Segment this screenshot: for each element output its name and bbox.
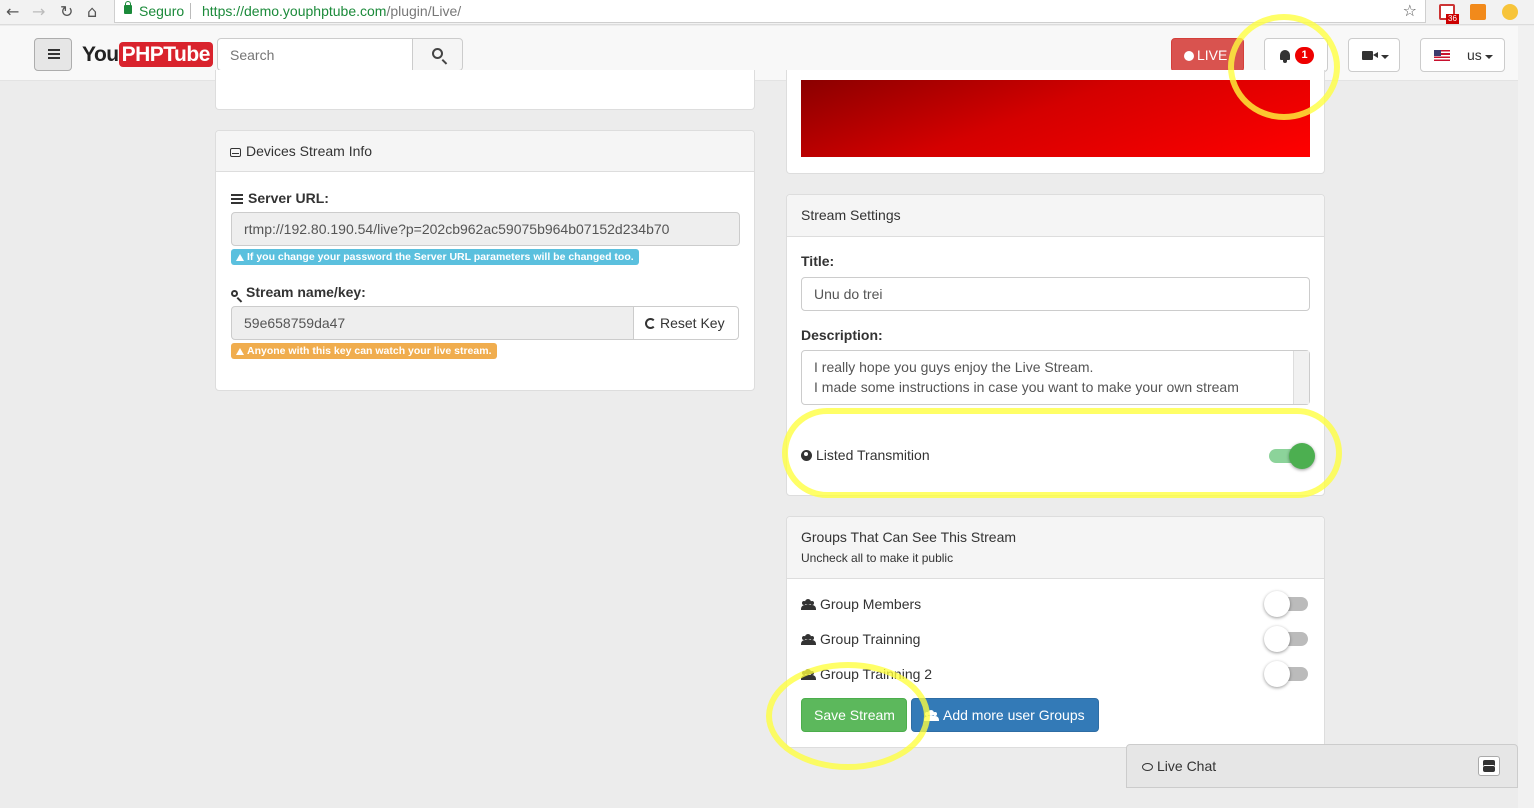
stream-key-field[interactable]: 59e658759da47 (231, 306, 634, 340)
site-logo[interactable]: You PHPTube (82, 42, 213, 67)
refresh-icon (645, 318, 656, 329)
caret-down-icon (1485, 55, 1493, 59)
group-item-label: Group Members (801, 596, 921, 612)
live-dot-icon (1184, 51, 1194, 61)
listed-transmition-label: Listed Transmition (801, 447, 930, 463)
server-url-field[interactable]: rtmp://192.80.190.54/live?p=202cb962ac59… (231, 212, 740, 246)
description-textarea[interactable]: I really hope you guys enjoy the Live St… (801, 350, 1310, 405)
description-label: Description: (801, 327, 883, 343)
live-chat-title: Live Chat (1142, 758, 1216, 774)
panel-header: Stream Settings (787, 195, 1324, 237)
warning-icon (236, 348, 244, 355)
lock-icon (124, 1, 132, 14)
notifications-button[interactable]: 1 (1264, 38, 1328, 72)
groups-title: Groups That Can See This Stream (801, 529, 1017, 545)
weather-extension-icon[interactable] (1502, 4, 1518, 20)
address-bar[interactable]: Seguro https://demo.youphptube.com/plugi… (114, 0, 1426, 23)
server-url-note: If you change your password the Server U… (231, 249, 639, 265)
stream-key-label: Stream name/key: (231, 284, 366, 300)
description-scrollbar[interactable] (1293, 351, 1309, 404)
back-arrow-icon[interactable]: ← (6, 2, 19, 21)
users-icon (801, 669, 816, 680)
url-text: https://demo.youphptube.com/plugin/Live/ (202, 3, 462, 19)
groups-panel: Groups That Can See This Stream Uncheck … (786, 516, 1325, 748)
video-camera-icon (1362, 51, 1378, 60)
forward-arrow-icon[interactable]: → (32, 2, 45, 21)
group-members-toggle[interactable] (1264, 591, 1308, 617)
search-input[interactable] (217, 38, 413, 71)
menu-toggle-button[interactable] (34, 38, 72, 71)
search-button[interactable] (412, 38, 463, 71)
globe-icon (801, 450, 812, 461)
search-icon (432, 48, 443, 59)
stream-key-note: Anyone with this key can watch your live… (231, 343, 497, 359)
users-icon (801, 634, 816, 645)
groups-subtitle: Uncheck all to make it public (801, 551, 954, 565)
listed-transmition-toggle[interactable] (1269, 443, 1315, 469)
hamburger-icon (48, 49, 60, 51)
reset-key-button[interactable]: Reset Key (633, 306, 739, 340)
caret-down-icon (1381, 55, 1389, 59)
stream-settings-panel: Stream Settings Title: Unu do trei Descr… (786, 194, 1325, 496)
live-preview-panel (786, 70, 1325, 174)
secure-label: Seguro (139, 3, 185, 19)
panel-header: Groups That Can See This Stream Uncheck … (787, 517, 1324, 579)
group-item-label: Group Trainning (801, 631, 920, 647)
devices-stream-info-panel: Devices Stream Info Server URL: rtmp://1… (215, 130, 755, 391)
go-live-button[interactable]: LIVE (1171, 38, 1244, 72)
add-user-groups-button[interactable]: Add more user Groups (911, 698, 1099, 732)
home-icon[interactable]: ⌂ (87, 2, 97, 21)
title-label: Title: (801, 253, 835, 269)
save-stream-button[interactable]: Save Stream (801, 698, 907, 732)
live-chat-widget[interactable]: Live Chat (1126, 744, 1518, 788)
group-trainning-toggle[interactable] (1264, 626, 1308, 652)
title-input[interactable]: Unu do trei (801, 277, 1310, 311)
notification-count-badge: 1 (1295, 47, 1314, 64)
bell-icon (1280, 50, 1290, 63)
live-preview-video[interactable] (801, 80, 1310, 157)
minimize-chat-button[interactable] (1478, 756, 1500, 776)
previous-panel-bottom (215, 70, 755, 110)
page-scrollbar[interactable] (1518, 26, 1534, 808)
bookmark-star-icon[interactable]: ☆ (1403, 1, 1417, 21)
comment-icon (1142, 763, 1153, 771)
key-icon (231, 290, 238, 297)
users-icon (801, 599, 816, 610)
hdd-icon (230, 148, 241, 157)
language-select[interactable]: us (1420, 38, 1505, 72)
panel-header: Devices Stream Info (216, 131, 754, 172)
users-icon (924, 710, 939, 721)
gmail-count-badge: 36 (1446, 14, 1459, 24)
camera-menu-button[interactable] (1348, 38, 1400, 72)
analytics-extension-icon[interactable] (1470, 4, 1486, 20)
server-icon (231, 194, 243, 204)
group-trainning-2-toggle[interactable] (1264, 661, 1308, 687)
group-item-label: Group Trainning 2 (801, 666, 932, 682)
reload-icon[interactable]: ↻ (60, 2, 73, 21)
server-url-label: Server URL: (231, 190, 329, 206)
warning-icon (236, 254, 244, 261)
browser-toolbar: ← → ↻ ⌂ Seguro https://demo.youphptube.c… (0, 0, 1534, 25)
us-flag-icon (1434, 50, 1450, 61)
